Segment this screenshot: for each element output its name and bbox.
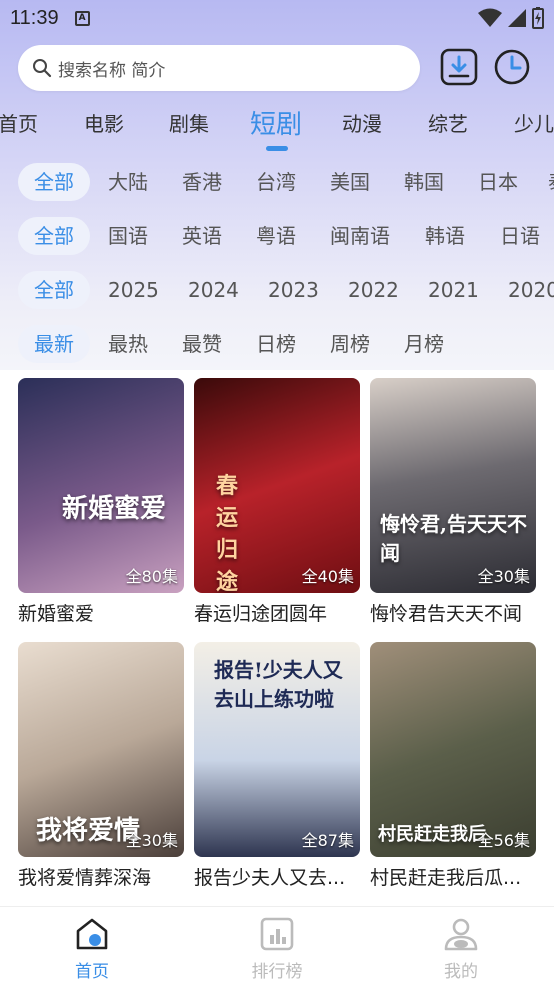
drama-card[interactable]: 报告!少夫人又去山上练功啦 全87集 报告少夫人又去...	[194, 642, 360, 890]
filter-chip[interactable]: 韩语	[425, 217, 465, 255]
download-button[interactable]	[440, 48, 478, 86]
filter-chip[interactable]: 2021	[428, 271, 479, 309]
episode-badge: 全87集	[301, 831, 354, 850]
nav-label: 排行榜	[251, 962, 303, 982]
filter-row-region: 全部 大陆 香港 台湾 美国 韩国 日本 泰	[0, 163, 554, 203]
filter-chip[interactable]: 最赞	[182, 325, 222, 363]
ranking-icon	[260, 917, 294, 951]
filter-chip[interactable]: 周榜	[330, 325, 370, 363]
filter-row-year: 全部 2025 2024 2023 2022 2021 2020	[0, 271, 554, 311]
filter-chip[interactable]: 英语	[182, 217, 222, 255]
status-time: 11:39	[10, 6, 59, 29]
drama-card[interactable]: 我将爱情 全30集 我将爱情葬深海	[18, 642, 184, 890]
filter-chip[interactable]: 全部	[18, 271, 90, 309]
nav-home[interactable]: 首页	[52, 917, 132, 982]
nav-ranking[interactable]: 排行榜	[237, 917, 317, 982]
filter-chip[interactable]: 月榜	[404, 325, 444, 363]
download-icon	[440, 48, 478, 86]
filter-chip[interactable]: 日本	[478, 163, 518, 201]
nav-label: 首页	[75, 962, 109, 982]
filter-chip[interactable]: 2025	[108, 271, 159, 309]
tab-short-drama[interactable]: 短剧	[250, 104, 302, 141]
filter-chip[interactable]: 国语	[108, 217, 148, 255]
filter-chip[interactable]: 2024	[188, 271, 239, 309]
drama-title: 悔怜君告天天不闻	[370, 603, 523, 625]
filter-chip[interactable]: 全部	[18, 163, 90, 201]
tab-variety[interactable]: 综艺	[428, 108, 468, 137]
filter-chip[interactable]: 泰	[548, 163, 554, 201]
drama-card[interactable]: 新婚蜜爱 全80集 新婚蜜爱	[18, 378, 184, 626]
status-bar: 11:39 A	[0, 0, 554, 36]
tab-kids[interactable]: 少儿	[514, 108, 554, 137]
filter-chip[interactable]: 日语	[500, 217, 540, 255]
filter-chip[interactable]: 台湾	[256, 163, 296, 201]
drama-card[interactable]: 悔怜君,告天天不闻 全30集 悔怜君告天天不闻	[370, 378, 536, 626]
filter-chip[interactable]: 美国	[330, 163, 370, 201]
filter-chip[interactable]: 粤语	[256, 217, 296, 255]
tab-home[interactable]: 首页	[0, 108, 38, 137]
nav-label: 我的	[444, 962, 478, 982]
filter-chip[interactable]: 闽南语	[330, 217, 390, 255]
filter-chip[interactable]: 最热	[108, 325, 148, 363]
poster-title-art: 悔怜君,告天天不闻	[380, 512, 527, 565]
drama-poster: 悔怜君,告天天不闻 全30集	[370, 378, 536, 593]
filter-row-language: 全部 国语 英语 粤语 闽南语 韩语 日语	[0, 217, 554, 257]
tab-movies[interactable]: 电影	[84, 108, 124, 137]
drama-poster: 村民赶走我后 全56集	[370, 642, 536, 857]
episode-badge: 全80集	[125, 567, 178, 586]
drama-title: 村民赶走我后瓜...	[370, 867, 522, 889]
filter-chip[interactable]: 日榜	[256, 325, 296, 363]
nav-profile[interactable]: 我的	[421, 917, 501, 982]
active-tab-indicator	[266, 146, 288, 151]
drama-poster: 新婚蜜爱 全80集	[18, 378, 184, 593]
filter-chip[interactable]: 最新	[18, 325, 90, 363]
drama-poster: 春运归途团圆年 全40集	[194, 378, 360, 593]
drama-title: 报告少夫人又去...	[194, 867, 346, 889]
drama-card[interactable]: 春运归途团圆年 全40集 春运归途团圆年	[194, 378, 360, 626]
episode-badge: 全56集	[477, 831, 530, 850]
category-tabs: 首页 电影 剧集 短剧 动漫 综艺 少儿	[0, 100, 554, 150]
search-input[interactable]: 搜索名称 简介	[18, 45, 420, 91]
drama-poster: 报告!少夫人又去山上练功啦 全87集	[194, 642, 360, 857]
tab-anime[interactable]: 动漫	[342, 108, 382, 137]
drama-title: 新婚蜜爱	[18, 603, 95, 625]
drama-card[interactable]: 村民赶走我后 全56集 村民赶走我后瓜...	[370, 642, 536, 890]
poster-title-art: 我将爱情	[36, 816, 141, 846]
battery-icon	[532, 7, 544, 29]
wifi-icon	[478, 8, 502, 27]
filter-row-sort: 最新 最热 最赞 日榜 周榜 月榜	[0, 325, 554, 365]
drama-grid: 新婚蜜爱 全80集 新婚蜜爱 春运归途团圆年 全40集 春运归途团圆年 悔怜君,…	[0, 370, 554, 906]
poster-title-art: 新婚蜜爱	[62, 494, 167, 524]
drama-poster: 我将爱情 全30集	[18, 642, 184, 857]
filter-chip[interactable]: 2020	[508, 271, 554, 309]
filter-chip[interactable]: 大陆	[108, 163, 148, 201]
filter-chip[interactable]: 韩国	[404, 163, 444, 201]
search-placeholder: 搜索名称 简介	[58, 60, 166, 81]
history-button[interactable]	[493, 48, 531, 86]
drama-title: 我将爱情葬深海	[18, 867, 152, 889]
filter-chip[interactable]: 全部	[18, 217, 90, 255]
signal-icon	[508, 9, 526, 27]
poster-title-art: 报告!少夫人又去山上练功啦	[214, 658, 343, 711]
filter-chip[interactable]: 香港	[182, 163, 222, 201]
episode-badge: 全30集	[125, 831, 178, 850]
poster-title-art: 村民赶走我后	[378, 824, 486, 845]
profile-icon	[444, 918, 478, 951]
bottom-navigation: 首页 排行榜 我的	[0, 906, 554, 984]
episode-badge: 全40集	[301, 567, 354, 586]
home-icon	[76, 918, 108, 950]
tab-series[interactable]: 剧集	[169, 108, 209, 137]
poster-title-art: 春运归途团圆年	[216, 473, 239, 593]
drama-title: 春运归途团圆年	[194, 603, 328, 625]
notification-a-icon: A	[74, 10, 90, 26]
history-clock-icon	[494, 49, 530, 85]
filter-chip[interactable]: 2023	[268, 271, 319, 309]
episode-badge: 全30集	[477, 567, 530, 586]
filter-chip[interactable]: 2022	[348, 271, 399, 309]
search-icon	[33, 59, 52, 78]
